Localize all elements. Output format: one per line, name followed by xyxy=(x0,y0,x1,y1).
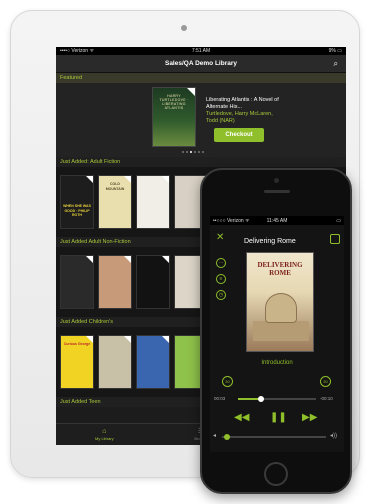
iphone-status-bar: ••○○○ Verizon ᯤ 11:45 AM ▭ xyxy=(210,216,344,225)
page-dot[interactable] xyxy=(190,151,192,153)
chapters-icon[interactable]: ≡ xyxy=(216,274,226,284)
book-cover[interactable]: WHEN SHE WAS GOOD · PHILIP ROTH xyxy=(60,175,94,229)
close-icon[interactable]: ✕ xyxy=(216,232,224,243)
shelf-header[interactable]: Just Added: Adult Fiction xyxy=(56,157,346,167)
page-dot[interactable] xyxy=(194,151,196,153)
chapter-label: Introduction xyxy=(261,360,293,366)
book-cover[interactable] xyxy=(98,335,132,389)
bookmark-icon[interactable] xyxy=(330,234,340,244)
carousel-page-dots[interactable] xyxy=(182,151,204,153)
cover-badge-icon xyxy=(162,256,169,263)
book-cover[interactable]: COLD MOUNTAIN xyxy=(98,175,132,229)
featured-cover[interactable]: HARRY TURTLEDOVE · LIBERATING ATLANTIS xyxy=(152,87,196,147)
progress-knob[interactable] xyxy=(258,396,265,402)
tab-my-library[interactable]: ⌂ My Library xyxy=(56,424,153,445)
featured-book-title[interactable]: Liberating Atlantis : A Novel of Alterna… xyxy=(206,97,286,111)
book-cover[interactable] xyxy=(60,255,94,309)
checkout-button[interactable]: Checkout xyxy=(214,128,264,142)
book-cover[interactable] xyxy=(136,175,170,229)
skip-forward-30-icon[interactable]: 30 xyxy=(320,376,331,387)
volume-knob[interactable] xyxy=(224,434,231,440)
volume-low-icon: ◂ xyxy=(213,433,217,439)
cover-building xyxy=(253,321,309,341)
featured-book-author: Turtledove, Harry McLaren, Todd (NAR) xyxy=(206,111,273,124)
iphone-camera xyxy=(274,178,279,183)
search-icon[interactable]: ⌕ xyxy=(334,59,338,69)
cover-badge-icon xyxy=(86,256,93,263)
ipad-camera xyxy=(181,25,187,31)
ipad-time: 7:51 AM xyxy=(191,48,211,54)
sleep-timer-icon[interactable]: ◷ xyxy=(216,290,226,300)
rewind-icon[interactable]: ◀◀ xyxy=(234,412,249,423)
cover-badge-icon xyxy=(86,176,93,183)
page-dot[interactable] xyxy=(198,151,200,153)
player-cover: DELIVERING ROME xyxy=(246,252,314,352)
fast-forward-icon[interactable]: ▶▶ xyxy=(302,412,317,423)
book-cover[interactable] xyxy=(136,255,170,309)
page-dot[interactable] xyxy=(202,151,204,153)
book-cover-title: COLD MOUNTAIN xyxy=(105,182,125,191)
elapsed-time: 00:03 xyxy=(214,396,226,401)
cover-badge-icon xyxy=(124,256,131,263)
page-dot[interactable] xyxy=(186,151,188,153)
featured-carousel[interactable]: HARRY TURTLEDOVE · LIBERATING ATLANTIS L… xyxy=(56,83,346,157)
cover-badge-icon xyxy=(162,176,169,183)
player-title: Delivering Rome xyxy=(244,238,296,245)
iphone-speaker xyxy=(264,190,290,193)
ipad-nav-bar: Sales/QA Demo Library ⌕ xyxy=(56,55,346,73)
book-cover-title: WHEN SHE WAS GOOD · PHILIP ROTH xyxy=(63,204,91,217)
more-icon[interactable]: ⋯ xyxy=(216,258,226,268)
tab-label: My Library xyxy=(95,436,114,441)
cover-badge-icon xyxy=(124,336,131,343)
book-cover[interactable] xyxy=(98,255,132,309)
home-icon: ⌂ xyxy=(102,428,107,435)
progress-slider[interactable] xyxy=(238,396,316,402)
remaining-time: -00:10 xyxy=(320,396,333,401)
featured-header: Featured xyxy=(56,73,346,83)
pause-icon[interactable]: ❚❚ xyxy=(270,412,287,423)
book-cover[interactable] xyxy=(136,335,170,389)
iphone-time: 11:45 AM xyxy=(266,217,288,224)
volume-high-icon: ◂)) xyxy=(330,433,338,439)
book-cover-title: Curious George xyxy=(63,342,91,346)
skip-back-30-icon[interactable]: 30 xyxy=(222,376,233,387)
iphone-device: ••○○○ Verizon ᯤ 11:45 AM ▭ ✕ Delivering … xyxy=(200,168,352,494)
book-cover[interactable]: Curious George xyxy=(60,335,94,389)
ipad-status-bar: ••••○ Verizon ᯤ 7:51 AM 9% ▭ xyxy=(56,47,346,55)
player-screen: ••○○○ Verizon ᯤ 11:45 AM ▭ ✕ Delivering … xyxy=(210,216,344,452)
cover-badge-icon xyxy=(162,336,169,343)
page-dot[interactable] xyxy=(182,151,184,153)
home-button[interactable] xyxy=(264,462,288,486)
featured-cover-title: HARRY TURTLEDOVE · LIBERATING ATLANTIS xyxy=(159,94,189,110)
cover-dome xyxy=(265,293,297,323)
volume-slider[interactable] xyxy=(222,434,326,440)
library-title: Sales/QA Demo Library xyxy=(164,60,237,67)
player-cover-title: DELIVERING ROME xyxy=(257,261,303,277)
